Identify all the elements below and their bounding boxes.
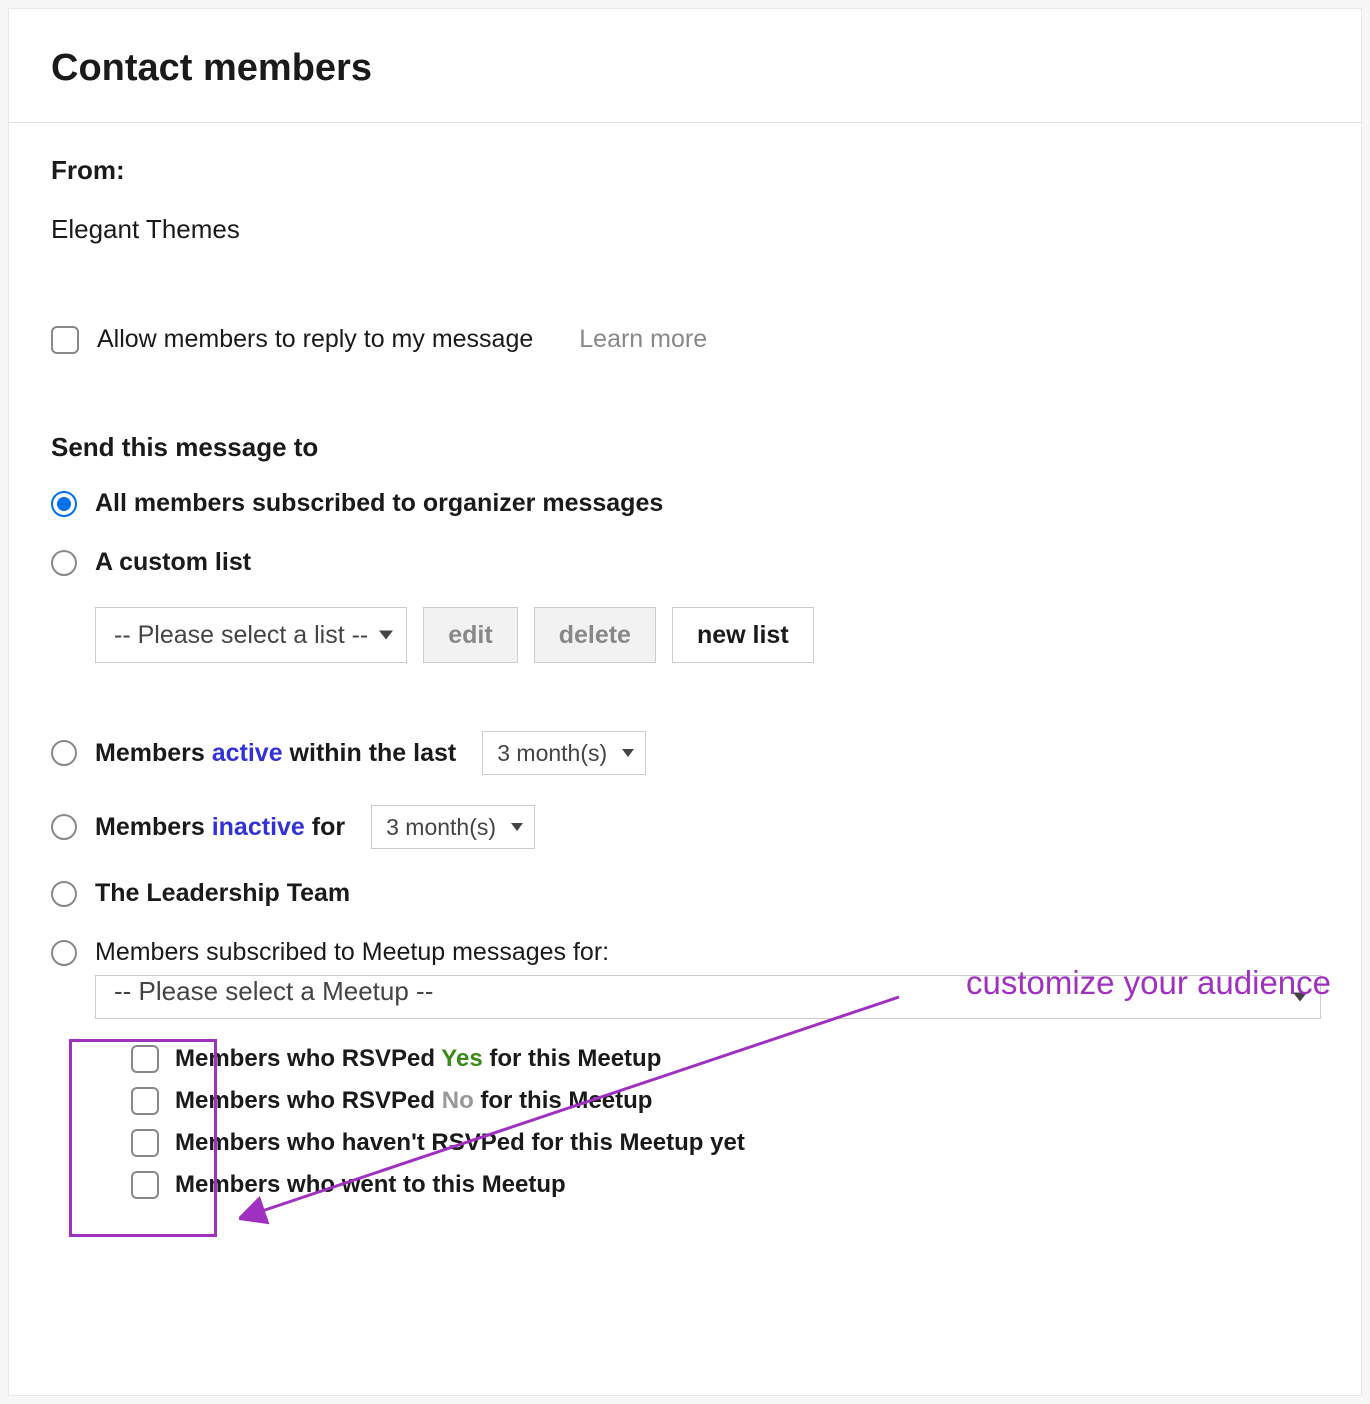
active-prefix: Members <box>95 739 212 767</box>
radio-inactive[interactable] <box>51 814 77 840</box>
active-time-select[interactable]: 3 month(s) <box>482 731 646 775</box>
rsvp-yes-row: Members who RSVPed Yes for this Meetup <box>131 1045 1361 1073</box>
rsvp-notyet-label: Members who haven't RSVPed for this Meet… <box>175 1129 745 1157</box>
radio-active-label: Members active within the last <box>95 739 456 768</box>
active-suffix: within the last <box>283 739 457 767</box>
radio-custom-list[interactable] <box>51 550 77 576</box>
allow-reply-row: Allow members to reply to my message Lea… <box>51 325 1361 354</box>
list-select-wrap: -- Please select a list -- <box>95 607 407 663</box>
from-value: Elegant Themes <box>51 214 1361 245</box>
radio-meetup[interactable] <box>51 940 77 966</box>
rsvp-yes-highlight: Yes <box>441 1045 482 1072</box>
radio-meetup-label: Members subscribed to Meetup messages fo… <box>95 938 609 967</box>
new-list-button[interactable]: new list <box>672 607 814 663</box>
rsvp-no-label: Members who RSVPed No for this Meetup <box>175 1087 652 1115</box>
radio-custom-list-row: A custom list <box>51 548 1361 577</box>
rsvp-options: Members who RSVPed Yes for this Meetup M… <box>131 1045 1361 1199</box>
radio-active[interactable] <box>51 740 77 766</box>
rsvp-no-row: Members who RSVPed No for this Meetup <box>131 1087 1361 1115</box>
page-title: Contact members <box>9 47 1361 122</box>
allow-reply-label: Allow members to reply to my message <box>97 325 533 354</box>
radio-custom-list-label: A custom list <box>95 548 251 577</box>
contact-members-panel: Contact members From: Elegant Themes All… <box>8 8 1362 1396</box>
rsvp-no-highlight: No <box>442 1087 474 1114</box>
list-select[interactable]: -- Please select a list -- <box>95 607 407 663</box>
rsvp-went-label: Members who went to this Meetup <box>175 1171 566 1199</box>
radio-all-subscribed[interactable] <box>51 491 77 517</box>
annotation-highlight-box <box>69 1039 217 1237</box>
inactive-time-select-wrap: 3 month(s) <box>371 805 535 849</box>
rsvp-went-row: Members who went to this Meetup <box>131 1171 1361 1199</box>
allow-reply-checkbox[interactable] <box>51 326 79 354</box>
from-label: From: <box>51 155 1361 186</box>
edit-button[interactable]: edit <box>423 607 517 663</box>
content-area: From: Elegant Themes Allow members to re… <box>9 123 1361 1199</box>
list-controls: -- Please select a list -- edit delete n… <box>95 607 1361 663</box>
radio-all-subscribed-row: All members subscribed to organizer mess… <box>51 489 1361 518</box>
rsvp-no-suffix: for this Meetup <box>474 1087 653 1114</box>
rsvp-yes-suffix: for this Meetup <box>483 1045 662 1072</box>
active-time-select-wrap: 3 month(s) <box>482 731 646 775</box>
active-link[interactable]: active <box>212 739 283 767</box>
inactive-time-select[interactable]: 3 month(s) <box>371 805 535 849</box>
inactive-prefix: Members <box>95 813 212 841</box>
rsvp-notyet-row: Members who haven't RSVPed for this Meet… <box>131 1129 1361 1157</box>
send-to-label: Send this message to <box>51 432 1361 463</box>
inactive-suffix: for <box>305 813 345 841</box>
annotation-text: customize your audience <box>966 964 1331 1002</box>
inactive-link[interactable]: inactive <box>212 813 305 841</box>
learn-more-link[interactable]: Learn more <box>579 325 707 354</box>
rsvp-yes-label: Members who RSVPed Yes for this Meetup <box>175 1045 661 1073</box>
radio-inactive-row: Members inactive for 3 month(s) <box>51 805 1361 849</box>
radio-leadership[interactable] <box>51 881 77 907</box>
radio-meetup-row: Members subscribed to Meetup messages fo… <box>51 938 1361 967</box>
radio-active-row: Members active within the last 3 month(s… <box>51 731 1361 775</box>
radio-all-subscribed-label: All members subscribed to organizer mess… <box>95 489 663 518</box>
radio-inactive-label: Members inactive for <box>95 813 345 842</box>
delete-button[interactable]: delete <box>534 607 656 663</box>
radio-leadership-label: The Leadership Team <box>95 879 350 908</box>
radio-leadership-row: The Leadership Team <box>51 879 1361 908</box>
